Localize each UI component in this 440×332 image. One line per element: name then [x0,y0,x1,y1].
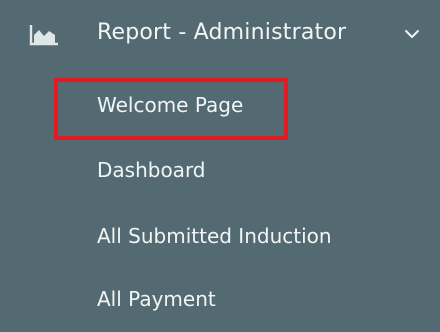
menu-section-label: Report - Administrator [97,20,347,45]
submenu-item-welcome-page[interactable]: Welcome Page [97,93,243,117]
submenu-item-all-payment[interactable]: All Payment [97,287,216,311]
submenu-item-dashboard[interactable]: Dashboard [97,158,206,182]
area-chart-icon [29,25,58,46]
chevron-down-icon[interactable] [403,27,421,41]
submenu-item-all-submitted-induction[interactable]: All Submitted Induction [97,224,332,248]
sidebar-menu: Report - Administrator Welcome Page Dash… [0,0,440,332]
report-administrator-menu-header[interactable]: Report - Administrator [0,0,440,70]
